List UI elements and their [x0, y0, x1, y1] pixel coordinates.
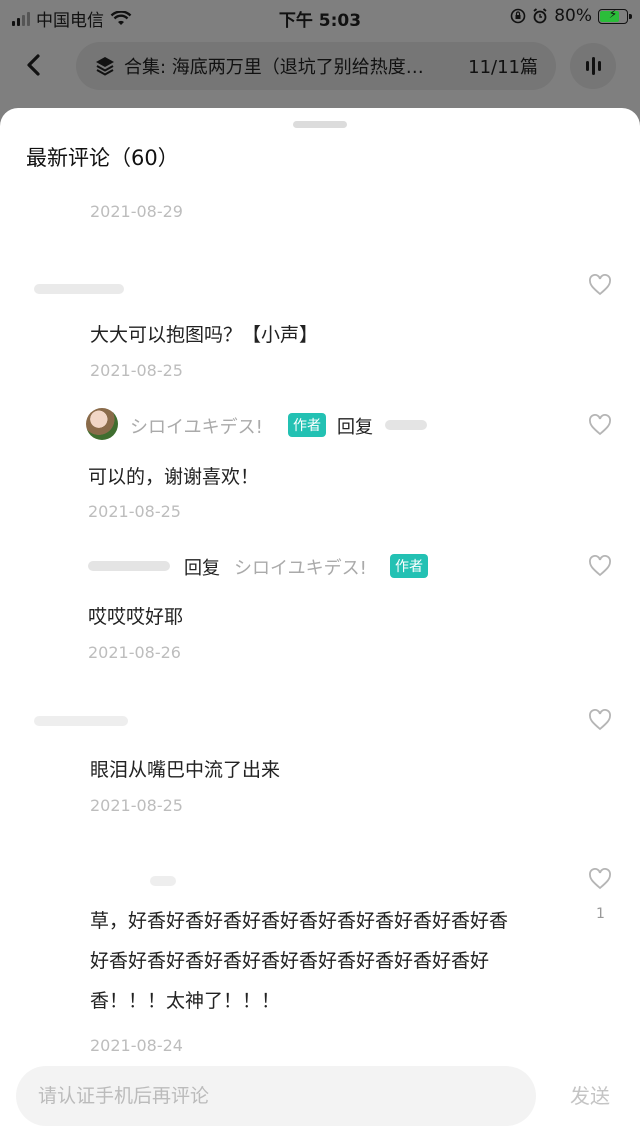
- author-badge: 作者: [288, 413, 326, 437]
- comment-date: 2021-08-29: [90, 202, 183, 221]
- comment-text: 眼泪从嘴巴中流了出来: [90, 759, 281, 781]
- heart-icon[interactable]: [588, 555, 612, 577]
- heart-icon[interactable]: [588, 868, 612, 890]
- audio-bars-icon: [585, 57, 601, 75]
- heart-icon[interactable]: [588, 414, 612, 436]
- collection-selector[interactable]: 合集: 海底两万里（退坑了别给热度… 11/11篇: [76, 42, 556, 90]
- layers-icon: [96, 57, 114, 76]
- comment-input[interactable]: [16, 1066, 536, 1126]
- comment-text: 大大可以抱图吗？【小声】: [90, 324, 319, 346]
- collection-count: 11/11篇: [468, 57, 538, 78]
- user-name[interactable]: シロイユキデス!: [130, 413, 263, 439]
- redacted-name: [385, 420, 427, 430]
- rotation-lock-icon: [510, 8, 526, 24]
- reply-label: 回复: [184, 558, 220, 579]
- comment-text: 可以的，谢谢喜欢！: [88, 466, 260, 488]
- battery-icon: ⚡: [598, 7, 632, 24]
- comment-date: 2021-08-25: [88, 502, 181, 521]
- comment-date: 2021-08-25: [90, 361, 183, 380]
- author-badge: 作者: [390, 554, 428, 578]
- reply-target-name[interactable]: シロイユキデス!: [234, 554, 367, 580]
- avatar-redacted: [34, 284, 124, 294]
- alarm-icon: [533, 8, 547, 24]
- heart-icon[interactable]: [588, 274, 612, 296]
- send-button[interactable]: 发送: [570, 1080, 610, 1109]
- redacted-name: [88, 561, 170, 571]
- comment-text-line: 好香好香好香好香好香好香好香好香好香好香好: [90, 950, 490, 972]
- drag-handle[interactable]: [293, 121, 347, 128]
- comment-text-line: 草，好香好香好香好香好香好香好香好香好香好香: [90, 910, 509, 932]
- audio-button[interactable]: [570, 43, 616, 89]
- redacted-name: [150, 876, 176, 886]
- avatar[interactable]: [86, 408, 118, 440]
- reply-label: 回复: [337, 417, 373, 438]
- heart-icon[interactable]: [588, 709, 612, 731]
- status-bar: 中国电信 下午 5:03 80% ⚡: [0, 0, 640, 34]
- comments-sheet: 最新评论（60） 2021-08-29 大大可以抱图吗？【小声】 2021-08…: [0, 108, 640, 1138]
- back-button[interactable]: [18, 48, 48, 82]
- avatar-redacted: [34, 716, 128, 726]
- comment-date: 2021-08-24: [90, 1036, 183, 1055]
- comment-date: 2021-08-25: [90, 796, 183, 815]
- status-right: 80% ⚡: [510, 6, 632, 26]
- chevron-left-icon: [27, 54, 40, 76]
- comment-bar: 发送: [0, 1058, 640, 1138]
- battery-percent: 80%: [554, 6, 592, 26]
- top-nav: 合集: 海底两万里（退坑了别给热度… 11/11篇: [0, 34, 640, 98]
- comment-text: 哎哎哎好耶: [88, 606, 184, 628]
- sheet-title: 最新评论（60）: [26, 146, 179, 170]
- comment-date: 2021-08-26: [88, 643, 181, 662]
- like-count: 1: [596, 906, 605, 922]
- comment-text-line: 香！！！太神了！！！: [90, 990, 281, 1012]
- collection-title: 合集: 海底两万里（退坑了别给热度…: [124, 57, 424, 78]
